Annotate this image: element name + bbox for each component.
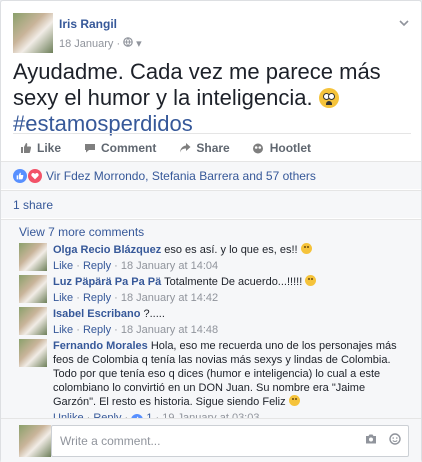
smile-emoji-icon <box>288 395 300 406</box>
post-options-chevron-icon[interactable] <box>397 17 411 31</box>
love-reaction-icon <box>28 168 42 183</box>
comment-like-button[interactable]: Like <box>53 292 73 304</box>
author-name[interactable]: Iris Rangil <box>59 17 117 31</box>
comment-footer: Like · Reply · 18 January at 14:04 <box>53 260 219 272</box>
comment-body: Olga Recio Blázquez eso es así. y lo que… <box>53 243 409 273</box>
comment-input[interactable]: Write a comment... <box>51 425 409 457</box>
separator-dot: · <box>116 37 121 50</box>
camera-icon[interactable] <box>365 433 377 447</box>
thumbs-up-icon <box>19 141 32 154</box>
commenter-name[interactable]: Luz Päpärä Pa Pa Pä <box>53 276 161 288</box>
current-user-avatar <box>19 425 51 457</box>
hootlet-label: Hootlet <box>269 140 312 155</box>
shares-bar: 1 share <box>1 190 421 218</box>
view-more-comments: View 7 more comments <box>1 219 421 243</box>
hootlet-button[interactable]: Hootlet <box>252 141 311 155</box>
globe-icon[interactable] <box>123 37 133 50</box>
speech-bubble-icon <box>83 141 96 154</box>
post-card: Iris Rangil 18 January · ▾ Ayudadme. Cad… <box>0 0 422 462</box>
fearful-face-emoji-icon <box>318 88 339 108</box>
comment-reply-button[interactable]: Reply <box>83 260 111 272</box>
comment-time[interactable]: 18 January at 14:48 <box>121 324 218 336</box>
like-label: Like <box>37 140 62 155</box>
audience-caret-icon[interactable]: ▾ <box>136 37 142 50</box>
comment-body: Fernando Morales Hola, eso me recuerda u… <box>53 339 409 426</box>
comment-text: Totalmente De acuerdo...!!!!! <box>164 276 303 288</box>
wink-emoji-icon <box>300 243 312 254</box>
wink-emoji-icon <box>305 275 317 286</box>
share-button[interactable]: Share <box>178 140 230 155</box>
comment-time[interactable]: 18 January at 14:42 <box>121 292 218 304</box>
commenter-avatar[interactable] <box>19 307 47 335</box>
comment-footer: Like · Reply · 18 January at 14:42 <box>53 292 219 304</box>
comment-body: Isabel Escribano ?..... Like · Reply · 1… <box>53 307 409 337</box>
post-header: Iris Rangil 18 January · ▾ <box>13 13 411 53</box>
comments-list: Olga Recio Blázquez eso es así. y lo que… <box>1 243 421 426</box>
comment-text: ?..... <box>143 308 165 320</box>
post-meta: 18 January · ▾ <box>59 37 142 50</box>
like-button[interactable]: Like <box>19 141 61 155</box>
commenter-avatar[interactable] <box>19 339 47 367</box>
comment-label: Comment <box>101 140 157 155</box>
shares-count[interactable]: 1 share <box>13 198 53 212</box>
author-avatar[interactable] <box>13 13 53 53</box>
commenter-avatar[interactable] <box>19 275 47 303</box>
share-arrow-icon <box>178 141 191 154</box>
commenter-name[interactable]: Fernando Morales <box>53 340 148 352</box>
comment-like-button[interactable]: Like <box>53 324 73 336</box>
comment-button[interactable]: Comment <box>83 141 156 155</box>
comment-reply-button[interactable]: Reply <box>83 292 111 304</box>
like-reaction-icon <box>13 168 27 183</box>
commenter-avatar[interactable] <box>19 243 47 271</box>
comment-time[interactable]: 18 January at 14:04 <box>121 260 218 272</box>
share-label: Share <box>196 140 230 155</box>
write-comment-bar: Write a comment... <box>1 418 421 462</box>
comment-input-placeholder: Write a comment... <box>60 434 161 448</box>
commenter-name[interactable]: Isabel Escribano <box>53 308 140 320</box>
comment-text: eso es así. y lo que es, es!! <box>164 244 298 256</box>
reactions-bar[interactable]: Vir Fdez Morrondo, Stefania Barrera and … <box>1 161 421 189</box>
post-date[interactable]: 18 January <box>59 38 113 50</box>
commenter-name[interactable]: Olga Recio Blázquez <box>53 244 161 256</box>
comment-footer: Like · Reply · 18 January at 14:48 <box>53 324 219 336</box>
sticker-icon[interactable] <box>389 433 401 448</box>
comment-body: Luz Päpärä Pa Pa Pä Totalmente De acuerd… <box>53 275 409 305</box>
post-text: Ayudadme. Cada vez me parece más sexy el… <box>13 59 411 137</box>
view-more-comments-link[interactable]: View 7 more comments <box>19 225 144 239</box>
reactions-text[interactable]: Vir Fdez Morrondo, Stefania Barrera and … <box>46 169 316 183</box>
comment-reply-button[interactable]: Reply <box>83 324 111 336</box>
comment-like-button[interactable]: Like <box>53 260 73 272</box>
hootlet-icon <box>252 141 265 154</box>
post-actions: Like Comment Share Hootlet <box>13 133 411 161</box>
